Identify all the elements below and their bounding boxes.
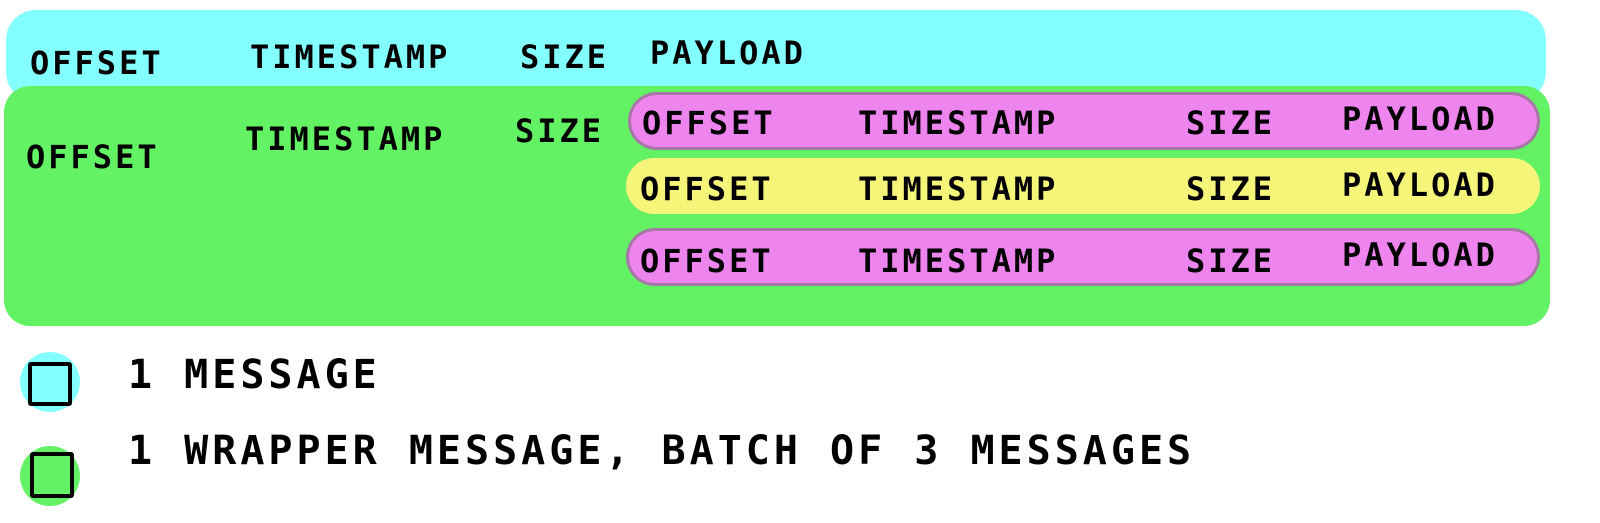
single-message-payload: PAYLOAD (650, 34, 806, 72)
wrapper-offset: OFFSET (26, 138, 160, 176)
wrapper-size: SIZE (515, 112, 605, 150)
inner-message-3-offset: OFFSET (640, 242, 774, 280)
single-message-offset: OFFSET (30, 44, 164, 82)
legend-square-icon (28, 362, 72, 406)
inner-message-2-timestamp: TIMESTAMP (858, 170, 1059, 208)
single-message-timestamp: TIMESTAMP (250, 38, 451, 76)
inner-message-3-size: SIZE (1186, 242, 1276, 280)
inner-message-1-offset: OFFSET (642, 104, 776, 142)
inner-message-3-payload: PAYLOAD (1342, 236, 1498, 274)
legend-single-message-label: 1 MESSAGE (128, 352, 381, 398)
inner-message-1-timestamp: TIMESTAMP (858, 104, 1059, 142)
inner-message-2-offset: OFFSET (640, 170, 774, 208)
inner-message-2-payload: PAYLOAD (1342, 166, 1498, 204)
inner-message-1-size: SIZE (1186, 104, 1276, 142)
inner-message-1-payload: PAYLOAD (1342, 100, 1498, 138)
legend-square-icon (30, 452, 74, 498)
wrapper-timestamp: TIMESTAMP (245, 120, 446, 158)
inner-message-3-timestamp: TIMESTAMP (858, 242, 1059, 280)
legend-wrapper-message-label: 1 WRAPPER MESSAGE, BATCH OF 3 MESSAGES (128, 428, 1196, 474)
inner-message-2-size: SIZE (1186, 170, 1276, 208)
single-message-size: SIZE (520, 38, 610, 76)
